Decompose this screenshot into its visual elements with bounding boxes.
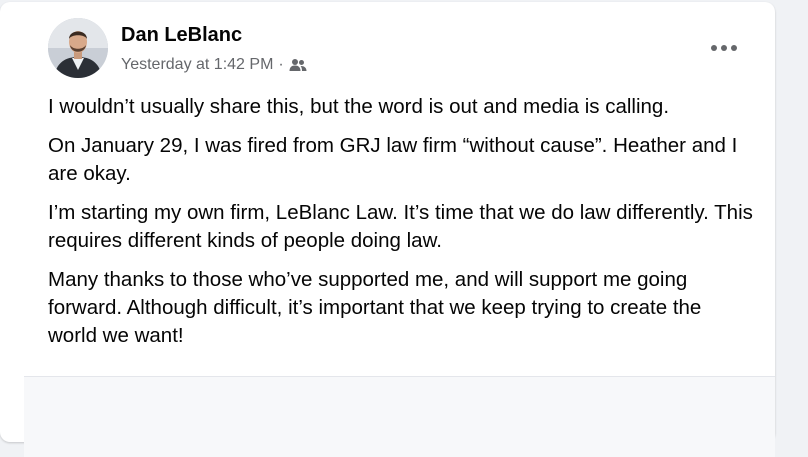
friends-icon[interactable] <box>289 58 307 72</box>
post-timestamp[interactable]: Yesterday at 1:42 PM <box>121 56 273 74</box>
post-meta: Yesterday at 1:42 PM · <box>121 56 307 74</box>
post-paragraph: On January 29, I was fired from GRJ law … <box>48 134 738 185</box>
post-paragraph: I’m starting my own firm, LeBlanc Law. I… <box>48 201 753 252</box>
post-paragraph: I wouldn’t usually share this, but the w… <box>48 95 670 118</box>
post-paragraph: Many thanks to those who’ve supported me… <box>48 268 702 347</box>
avatar[interactable] <box>48 18 108 78</box>
post-card: Dan LeBlanc Yesterday at 1:42 PM · I wou… <box>0 2 775 457</box>
more-options-icon <box>710 39 738 57</box>
meta-separator: · <box>278 56 284 73</box>
more-options-button[interactable] <box>702 30 746 66</box>
post-text: I wouldn’t usually share this, but the w… <box>48 93 753 361</box>
author-name[interactable]: Dan LeBlanc <box>121 24 242 47</box>
post-attachment-area[interactable] <box>24 376 775 457</box>
